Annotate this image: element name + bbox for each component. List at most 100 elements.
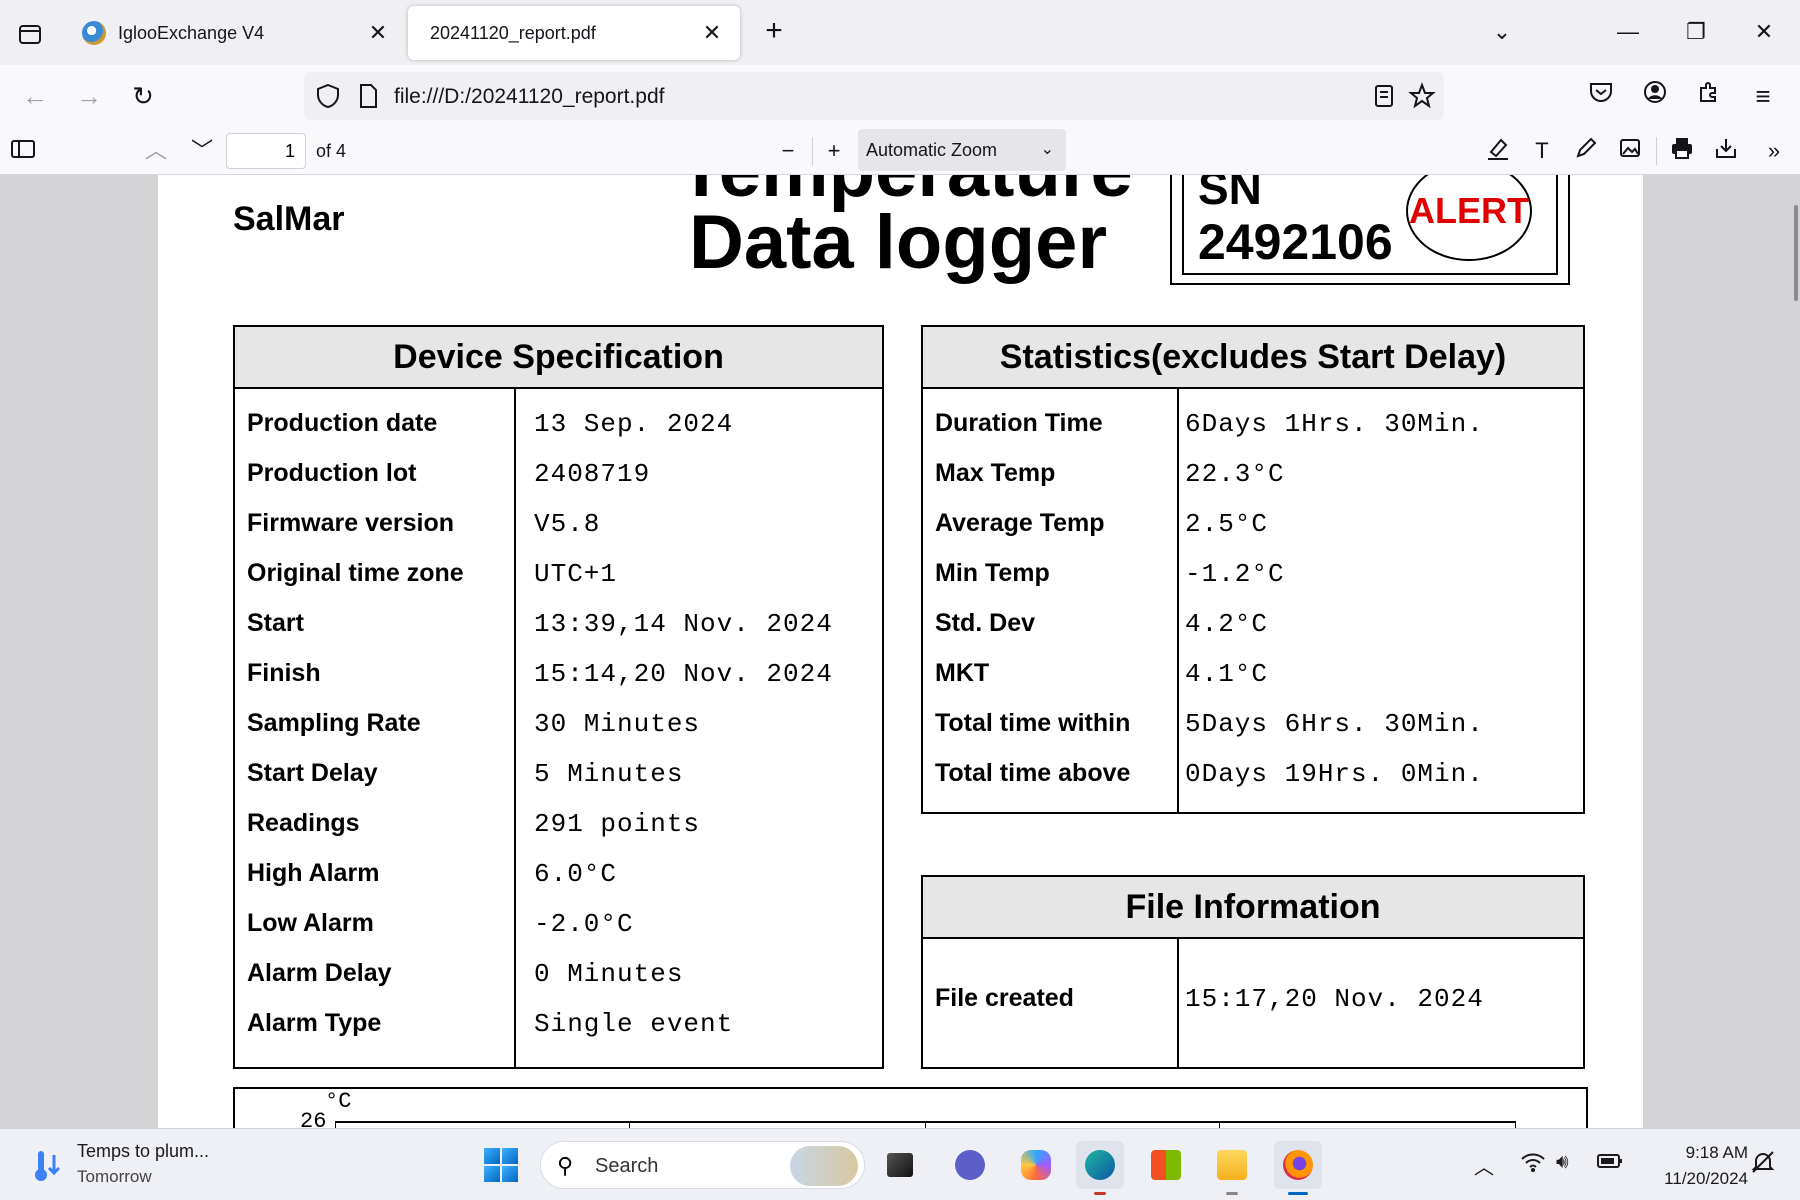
row-label: Original time zone [247,559,464,587]
toolbar-separator [1656,137,1657,165]
table-row: Original time zone UTC+1 [235,549,882,599]
row-label: Std. Dev [935,609,1036,637]
row-value: 6Days 1Hrs. 30Min. [1185,409,1484,439]
shield-icon[interactable] [314,82,342,110]
forward-button[interactable]: → [70,77,108,115]
notifications-bell-icon[interactable] [1750,1149,1776,1181]
previous-page-chevron-up-icon[interactable]: ︿ [140,135,172,167]
restore-button[interactable]: ❐ [1678,14,1714,50]
alert-badge: ALERT [1406,175,1532,261]
sn-label: SN [1198,175,1262,214]
tab-list-button[interactable] [14,18,46,50]
temperature-down-weather-icon[interactable] [30,1147,64,1183]
close-tab-icon[interactable]: ✕ [366,20,390,46]
pdf-page: SalMar Temperature Data logger SN 249210… [158,175,1643,1128]
zoom-out-button[interactable]: − [772,135,804,167]
close-window-button[interactable]: ✕ [1746,14,1782,50]
table-row: Duration Time 6Days 1Hrs. 30Min. [923,399,1583,449]
chart-vertical-gridline [925,1121,926,1128]
row-label: Low Alarm [247,909,374,937]
list-all-tabs-chevron-icon[interactable]: ⌄ [1484,14,1520,50]
new-tab-button[interactable]: + [756,14,792,48]
print-icon[interactable] [1666,135,1698,167]
row-label: Alarm Type [247,1009,382,1037]
table-row: Low Alarm -2.0°C [235,899,882,949]
menu-hamburger-icon[interactable]: ≡ [1744,77,1782,115]
row-value: 0 Minutes [534,959,684,989]
url-text[interactable]: file:///D:/20241120_report.pdf [394,85,664,109]
weather-widget-title[interactable]: Temps to plum... [77,1141,209,1162]
save-download-icon[interactable] [1710,135,1742,167]
row-value: Single event [534,1009,734,1039]
reader-view-icon[interactable] [1370,82,1398,110]
row-label: Average Temp [935,509,1105,537]
page-number-input[interactable]: 1 [226,133,306,169]
row-label: Production date [247,409,438,437]
draw-pen-icon[interactable] [1570,135,1602,167]
battery-icon[interactable] [1596,1151,1624,1177]
document-title: Temperature Data logger [678,175,1133,281]
table-row: Average Temp 2.5°C [923,499,1583,549]
serial-number-box: SN 2492106 ALERT [1170,175,1570,285]
file-explorer-icon[interactable] [1208,1141,1256,1195]
tab-report-pdf[interactable]: 20241120_report.pdf ✕ [408,6,740,60]
volume-icon[interactable]: 🔊︎ [1556,1151,1569,1174]
highlight-icon[interactable] [1482,135,1514,167]
task-view-icon[interactable] [876,1141,924,1189]
minimize-button[interactable]: — [1610,14,1646,50]
row-value: 2408719 [534,459,651,489]
iglooexchange-favicon-icon [82,21,106,45]
more-tools-chevron-icon[interactable]: » [1758,135,1790,167]
company-name: SalMar [233,200,345,238]
text-tool-icon[interactable]: T [1526,135,1558,167]
row-label: Start Delay [247,759,378,787]
row-label: Start [247,609,304,637]
next-page-chevron-down-icon[interactable]: ﹀ [186,135,218,167]
bookmark-star-icon[interactable] [1408,82,1436,110]
zoom-select-value: Automatic Zoom [866,140,998,160]
row-value: 30 Minutes [534,709,701,739]
taskbar-search[interactable]: ⚲ Search [540,1141,865,1189]
row-label: Readings [247,809,360,837]
row-value: 4.2°C [1185,609,1269,639]
row-value: 5 Minutes [534,759,684,789]
pdf-viewer[interactable]: SalMar Temperature Data logger SN 249210… [0,175,1800,1128]
reload-button[interactable]: ↻ [124,77,162,115]
account-icon[interactable] [1636,77,1674,115]
tab-iglooexchange[interactable]: IglooExchange V4 ✕ [66,6,406,60]
chart-y-axis [335,1121,336,1128]
row-value: 4.1°C [1185,659,1269,689]
copilot-icon[interactable] [1012,1141,1060,1189]
add-image-icon[interactable] [1614,135,1646,167]
address-bar[interactable]: file:///D:/20241120_report.pdf [304,72,1444,120]
microsoft-store-icon[interactable] [1142,1141,1190,1189]
wifi-icon[interactable] [1520,1151,1546,1179]
row-value: 0Days 19Hrs. 0Min. [1185,759,1484,789]
row-value: -2.0°C [534,909,634,939]
row-value: 22.3°C [1185,459,1285,489]
teams-chat-icon[interactable] [946,1141,994,1189]
pocket-icon[interactable] [1582,77,1620,115]
extensions-icon[interactable] [1690,77,1728,115]
table-row: Total time above 0Days 19Hrs. 0Min. [923,749,1583,799]
show-hidden-icons-chevron-icon[interactable]: ︿ [1474,1151,1494,1180]
table-row: Max Temp 22.3°C [923,449,1583,499]
row-label: Duration Time [935,409,1103,437]
clock-date[interactable]: 11/20/2024 [1640,1169,1748,1189]
toggle-sidebar-icon[interactable] [6,135,38,167]
start-windows-icon[interactable] [484,1148,518,1182]
clock-time[interactable]: 9:18 AM [1660,1143,1748,1163]
edge-browser-icon[interactable] [1076,1141,1124,1195]
chart-vertical-gridline [1219,1121,1220,1128]
vertical-scrollbar[interactable] [1794,205,1798,301]
row-value: 6.0°C [534,859,618,889]
chevron-down-icon: ⌄ [1040,141,1054,158]
back-button[interactable]: ← [16,77,54,115]
row-value: 291 points [534,809,701,839]
row-label: Min Temp [935,559,1050,587]
zoom-select[interactable]: Automatic Zoom ⌄ [858,129,1066,171]
chart-vertical-gridline [629,1121,630,1128]
firefox-browser-icon[interactable] [1274,1141,1322,1195]
zoom-in-button[interactable]: + [818,135,850,167]
close-tab-icon[interactable]: ✕ [700,20,724,46]
